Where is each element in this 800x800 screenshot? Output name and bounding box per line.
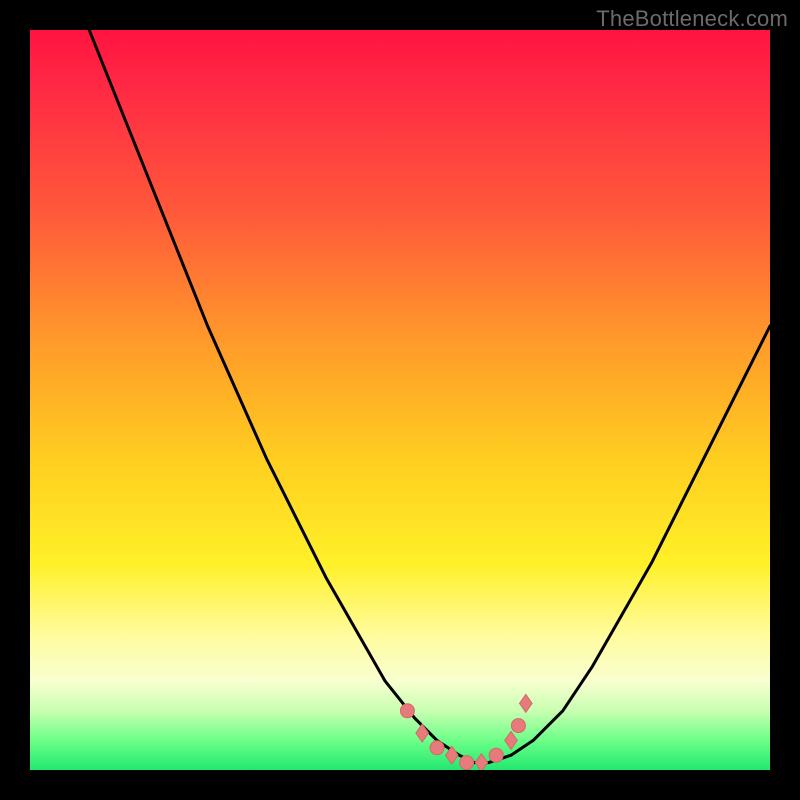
- plot-area: [30, 30, 770, 770]
- bottleneck-curve: [89, 30, 770, 763]
- curve-marker: [511, 719, 525, 733]
- chart-frame: TheBottleneck.com: [0, 0, 800, 800]
- curve-marker: [460, 756, 474, 770]
- curve-marker: [475, 754, 488, 770]
- curve-marker: [400, 704, 414, 718]
- watermark-text: TheBottleneck.com: [596, 6, 788, 32]
- curve-marker: [489, 748, 503, 762]
- curve-marker: [505, 731, 518, 749]
- curve-marker: [416, 724, 429, 742]
- curve-marker: [446, 746, 459, 764]
- bottleneck-curve-svg: [30, 30, 770, 770]
- curve-marker: [520, 694, 533, 712]
- curve-marker: [430, 741, 444, 755]
